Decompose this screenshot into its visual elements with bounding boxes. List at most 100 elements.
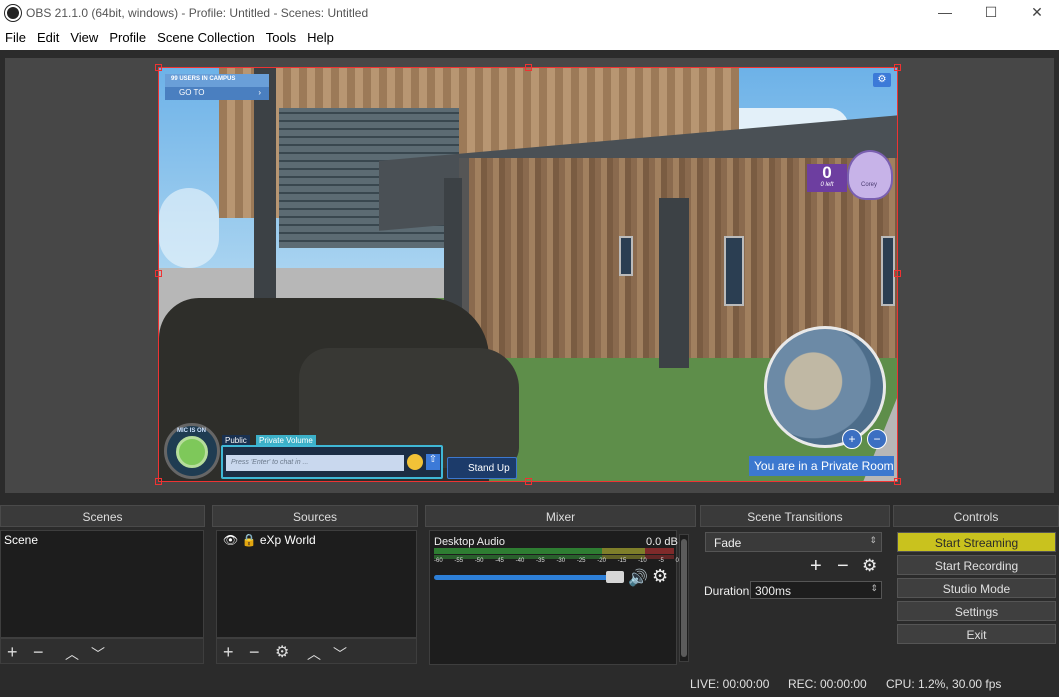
add-transition-button[interactable]: + <box>810 555 822 578</box>
emoji-icon[interactable] <box>407 454 423 470</box>
transform-handle[interactable] <box>894 478 901 485</box>
remove-scene-button[interactable]: − <box>33 642 44 663</box>
settings-button[interactable]: Settings <box>897 601 1056 621</box>
mic-label: MIC IS ON <box>177 428 207 434</box>
maximize-button[interactable]: ☐ <box>968 0 1014 26</box>
remove-transition-button[interactable]: − <box>837 555 849 578</box>
transform-handle[interactable] <box>894 64 901 71</box>
users-in-campus: 99 USERS IN CAMPUS <box>171 76 236 82</box>
speaker-icon[interactable]: 🔊 <box>628 568 648 588</box>
sources-header: Sources <box>212 505 418 527</box>
lock-icon[interactable]: 🔒 <box>242 533 257 547</box>
status-bar: LIVE: 00:00:00 REC: 00:00:00 CPU: 1.2%, … <box>0 672 1059 697</box>
volume-slider[interactable] <box>434 575 610 580</box>
eye-icon[interactable]: 👁 <box>223 533 238 547</box>
move-down-icon[interactable]: ﹀ <box>91 644 105 664</box>
tick-label: -60 <box>434 558 443 564</box>
title-bar: OBS 21.1.0 (64bit, windows) - Profile: U… <box>0 0 1059 26</box>
transform-handle[interactable] <box>155 64 162 71</box>
menu-profile[interactable]: Profile <box>104 26 152 50</box>
menu-tools[interactable]: Tools <box>261 26 302 50</box>
start-streaming-button[interactable]: Start Streaming <box>897 532 1056 552</box>
menu-scene-collection[interactable]: Scene Collection <box>152 26 261 50</box>
chat-input[interactable]: Press 'Enter' to chat in ... <box>226 455 404 471</box>
menu-file[interactable]: File <box>0 26 32 50</box>
move-down-icon[interactable]: ﹀ <box>333 644 347 664</box>
score-left: 0 left <box>820 182 834 188</box>
close-button[interactable]: ✕ <box>1014 0 1059 26</box>
move-up-icon[interactable]: ︿ <box>65 644 79 664</box>
mixer-header: Mixer <box>425 505 696 527</box>
tick-label: -10 <box>638 558 647 564</box>
tick-label: -25 <box>576 558 586 564</box>
volume-level: 0.0 dB <box>646 536 678 548</box>
menu-view[interactable]: View <box>65 26 104 50</box>
gear-icon[interactable]: ⚙ <box>275 642 289 662</box>
studio-mode-button[interactable]: Studio Mode <box>897 578 1056 598</box>
volume-meter <box>434 548 674 554</box>
minimize-button[interactable]: — <box>922 0 968 26</box>
goto-button[interactable]: GO TO › <box>165 87 269 100</box>
list-item[interactable]: 👁 🔒 eXp World <box>217 531 416 549</box>
scenes-list[interactable]: Scene <box>0 530 204 638</box>
mic-status[interactable]: MIC IS ON <box>164 423 220 479</box>
channel-name: Desktop Audio <box>434 536 505 548</box>
transform-handle[interactable] <box>894 270 901 277</box>
microphone-icon <box>176 436 208 468</box>
transform-handle[interactable] <box>525 64 532 71</box>
score-counter: 0 0 left <box>807 164 847 192</box>
zoom-in-icon[interactable]: + <box>842 429 862 449</box>
duration-value: 300ms <box>755 584 792 598</box>
gear-icon[interactable]: ⚙ <box>862 556 877 576</box>
transform-handle[interactable] <box>525 478 532 485</box>
transform-handle[interactable] <box>155 478 162 485</box>
tick-label: -20 <box>597 558 606 564</box>
building-window <box>724 236 744 306</box>
obs-logo-icon <box>5 5 21 21</box>
tick-label: -55 <box>454 558 464 564</box>
scrollbar-thumb[interactable] <box>681 539 687 657</box>
sources-list[interactable]: 👁 🔒 eXp World <box>216 530 417 638</box>
window-title: OBS 21.1.0 (64bit, windows) - Profile: U… <box>26 6 369 20</box>
transition-select[interactable]: Fade ⇕ <box>705 532 882 552</box>
start-recording-button[interactable]: Start Recording <box>897 555 1056 575</box>
tick-label: -30 <box>556 558 566 564</box>
mixer-scrollbar[interactable] <box>679 534 689 662</box>
transitions-header: Scene Transitions <box>700 505 890 527</box>
menu-edit[interactable]: Edit <box>32 26 65 50</box>
stand-up-label: Stand Up <box>468 463 510 474</box>
pillar <box>659 198 689 368</box>
gear-icon[interactable]: ⚙ <box>652 566 668 587</box>
exit-button[interactable]: Exit <box>897 624 1056 644</box>
move-up-icon[interactable]: ︿ <box>307 644 321 664</box>
cloud <box>159 188 219 268</box>
zoom-out-icon[interactable]: − <box>867 429 887 449</box>
scenes-header: Scenes <box>0 505 205 527</box>
tick-label: -15 <box>617 558 627 564</box>
remove-source-button[interactable]: − <box>249 642 260 663</box>
live-timer: LIVE: 00:00:00 <box>690 677 770 691</box>
share-icon[interactable]: ⇧ <box>426 454 440 470</box>
transform-handle[interactable] <box>155 270 162 277</box>
campus-hud[interactable]: 99 USERS IN CAMPUS GO TO › <box>165 74 269 100</box>
rec-timer: REC: 00:00:00 <box>788 677 867 691</box>
spinner-icon[interactable]: ⇕ <box>870 583 878 594</box>
owl-mascot-icon: Corey <box>847 150 893 200</box>
list-item[interactable]: Scene <box>1 531 203 549</box>
game-settings-gear-icon[interactable]: ⚙ <box>873 73 891 87</box>
pillar <box>254 68 276 298</box>
building-window <box>619 236 633 276</box>
tick-label: -45 <box>495 558 504 564</box>
add-scene-button[interactable]: + <box>7 642 18 663</box>
minimap[interactable] <box>764 326 886 448</box>
controls-header: Controls <box>893 505 1059 527</box>
duration-label: Duration <box>704 584 750 598</box>
chevron-updown-icon: ⇕ <box>869 535 877 545</box>
add-source-button[interactable]: + <box>223 642 234 663</box>
source-preview[interactable]: 99 USERS IN CAMPUS GO TO › ⚙ 0 0 left Co… <box>158 67 898 482</box>
menu-help[interactable]: Help <box>302 26 340 50</box>
chevron-right-icon: › <box>258 88 261 97</box>
volume-slider-handle[interactable] <box>606 571 624 583</box>
stand-up-button[interactable]: Stand Up <box>447 457 517 479</box>
duration-input[interactable]: 300ms ⇕ <box>750 581 882 599</box>
